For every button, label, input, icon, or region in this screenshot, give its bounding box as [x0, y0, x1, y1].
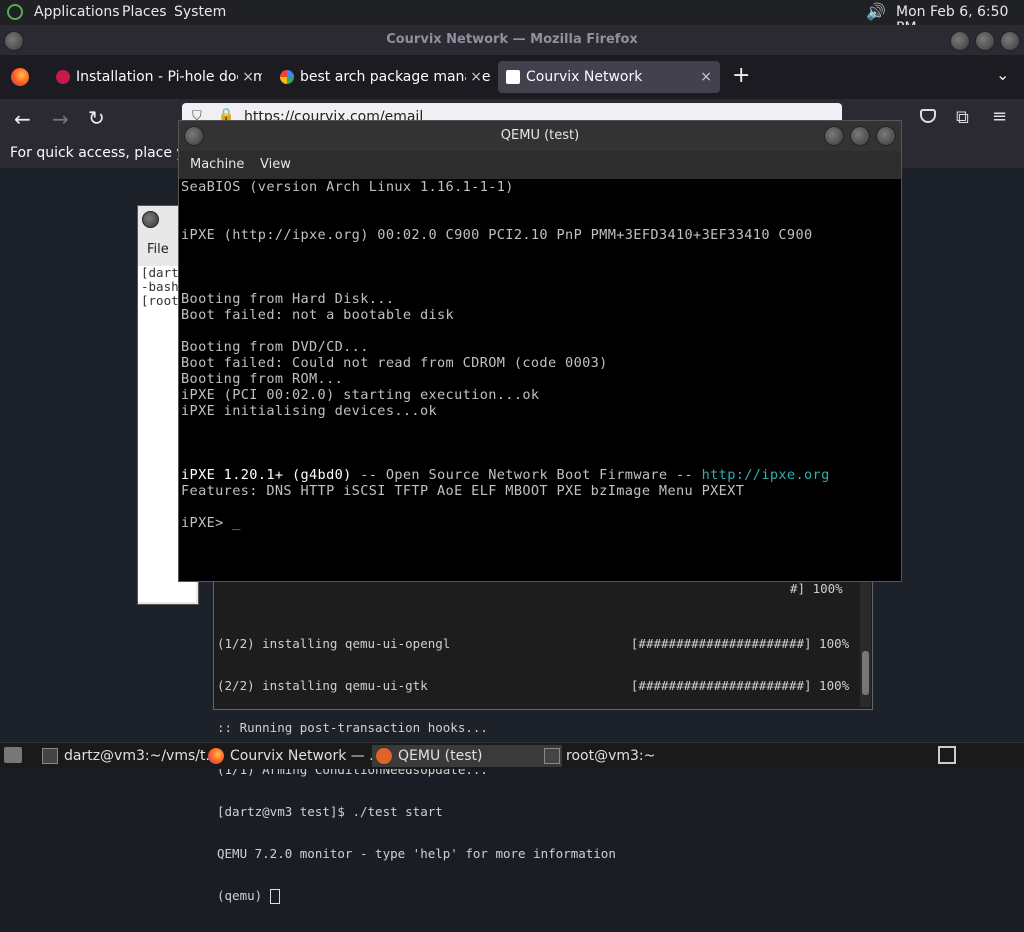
firefox-tab-strip: Installation - Pi-hole docume × best arc… — [0, 55, 1024, 99]
top-panel: Applications Places System 🔊 Mon Feb 6, … — [0, 0, 1024, 36]
boot-line: Boot failed: not a bootable disk — [181, 307, 455, 323]
close-tab-icon[interactable]: × — [466, 61, 482, 93]
monitor-terminal[interactable]: #] 100% (1/2) installing qemu-ui-opengl … — [213, 580, 873, 904]
firefox-menu-button[interactable] — [4, 31, 24, 51]
reload-icon[interactable]: ↻ — [88, 106, 105, 130]
terminal-scrollbar[interactable] — [860, 581, 871, 707]
gnome-foot-icon[interactable] — [7, 4, 23, 20]
taskbar-item-qemu[interactable]: QEMU (test) — [372, 745, 562, 767]
back-arrow-icon[interactable]: ← — [14, 107, 31, 131]
close-tab-icon[interactable]: × — [700, 61, 712, 93]
firefox-minimize-button[interactable] — [950, 31, 970, 51]
qemu-titlebar[interactable]: QEMU (test) — [179, 121, 901, 151]
boot-line: Booting from ROM... — [181, 371, 344, 387]
terminal-menu-button[interactable] — [142, 211, 159, 228]
forward-arrow-icon[interactable]: → — [52, 107, 69, 131]
terminal-cursor — [269, 889, 280, 904]
places-menu[interactable]: Places — [122, 4, 167, 20]
qemu-menu-button[interactable] — [184, 126, 204, 146]
tab-courvix[interactable]: Courvix Network × — [498, 61, 720, 93]
extensions-icon[interactable]: ⧉ — [956, 107, 969, 128]
terminal-peek-text: #] 100% — [790, 581, 843, 596]
volume-icon[interactable]: 🔊 — [866, 2, 886, 21]
machine-menu[interactable]: Machine — [190, 157, 244, 172]
close-tab-icon[interactable]: × — [238, 61, 254, 93]
courvix-icon — [506, 70, 520, 84]
taskbar: dartz@vm3:~/vms/t... Courvix Network — .… — [0, 742, 1024, 769]
firefox-close-button[interactable] — [1000, 31, 1020, 51]
pocket-icon[interactable] — [920, 109, 936, 123]
bios-line: SeaBIOS (version Arch Linux 1.16.1-1-1) — [181, 179, 514, 195]
boot-line: iPXE initialising devices...ok — [181, 403, 438, 419]
taskbar-item-firefox[interactable]: Courvix Network — ... — [204, 745, 392, 767]
qemu-window[interactable]: QEMU (test) Machine View SeaBIOS (versio… — [178, 120, 902, 582]
show-desktop-icon[interactable] — [4, 747, 22, 763]
workspace-switcher-icon[interactable] — [938, 746, 956, 764]
ipxe-rom-line: iPXE (http://ipxe.org) 00:02.0 C900 PCI2… — [181, 227, 813, 243]
tab-pihole[interactable]: Installation - Pi-hole docume × — [48, 61, 262, 93]
scrollbar-thumb[interactable] — [862, 651, 869, 695]
firefox-icon — [208, 748, 224, 764]
boot-line: iPXE (PCI 00:02.0) starting execution...… — [181, 387, 540, 403]
hamburger-menu-icon[interactable]: ≡ — [992, 106, 1007, 127]
features-line: Features: DNS HTTP iSCSI TFTP AoE ELF MB… — [181, 483, 745, 499]
raspberry-icon — [56, 70, 70, 84]
vm-display[interactable]: SeaBIOS (version Arch Linux 1.16.1-1-1) … — [179, 179, 901, 581]
boot-line: Booting from Hard Disk... — [181, 291, 395, 307]
terminal-icon — [544, 748, 560, 764]
qemu-menubar: Machine View — [179, 151, 901, 179]
firefox-window-title: Courvix Network — Mozilla Firefox — [386, 32, 638, 47]
ipxe-prompt[interactable]: iPXE> _ — [181, 515, 241, 531]
file-menu[interactable]: File — [147, 242, 169, 257]
taskbar-item-terminal[interactable]: dartz@vm3:~/vms/t... — [38, 745, 224, 767]
qemu-maximize-button[interactable] — [850, 126, 870, 146]
boot-line: Booting from DVD/CD... — [181, 339, 369, 355]
firefox-view-icon[interactable] — [11, 68, 29, 86]
terminal-output[interactable]: (1/2) installing qemu-ui-opengl [#######… — [217, 609, 849, 932]
boot-line: Boot failed: Could not read from CDROM (… — [181, 355, 608, 371]
view-menu[interactable]: View — [260, 157, 291, 172]
new-tab-button[interactable]: + — [732, 63, 750, 88]
applications-menu[interactable]: Applications — [34, 4, 120, 20]
qemu-minimize-button[interactable] — [824, 126, 844, 146]
qemu-window-title: QEMU (test) — [500, 128, 580, 143]
firefox-titlebar[interactable]: Courvix Network — Mozilla Firefox — [0, 25, 1024, 55]
system-menu[interactable]: System — [174, 4, 226, 20]
firefox-maximize-button[interactable] — [975, 31, 995, 51]
list-tabs-chevron-icon[interactable]: ⌄ — [996, 65, 1009, 84]
ipxe-banner: iPXE 1.20.1+ (g4bd0) -- Open Source Netw… — [181, 467, 830, 483]
google-icon — [280, 70, 294, 84]
tab-arch-search[interactable]: best arch package manager × — [272, 61, 490, 93]
taskbar-item-root-terminal[interactable]: root@vm3:~ — [540, 745, 726, 767]
qemu-close-button[interactable] — [876, 126, 896, 146]
terminal-icon — [42, 748, 58, 764]
qemu-icon — [376, 748, 392, 764]
